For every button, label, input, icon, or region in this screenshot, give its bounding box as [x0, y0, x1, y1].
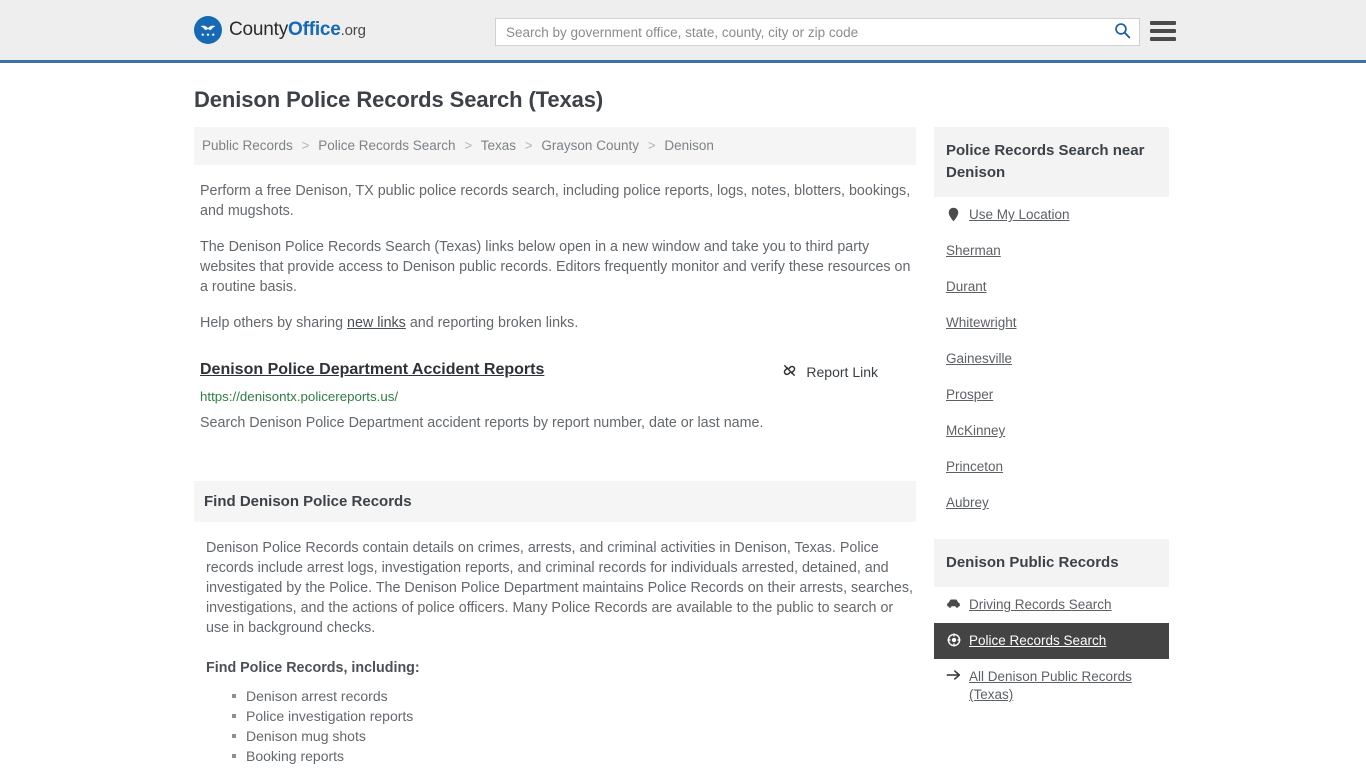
public-record-link[interactable]: Driving Records Search	[969, 596, 1112, 614]
search-input[interactable]	[496, 19, 1105, 45]
sidebar-item-durant[interactable]: Durant	[934, 269, 1169, 305]
car-icon	[946, 596, 961, 609]
records-list: Denison arrest records Police investigat…	[200, 686, 916, 768]
public-record-link[interactable]: All Denison Public Records (Texas)	[969, 668, 1157, 704]
breadcrumb-separator: >	[647, 138, 656, 153]
intro-paragraph-2: The Denison Police Records Search (Texas…	[200, 239, 911, 295]
map-pin-icon	[946, 206, 961, 222]
arrow-right-icon	[946, 668, 961, 681]
breadcrumb-item-texas[interactable]: Texas	[481, 138, 516, 153]
sidebar-item-mckinney[interactable]: McKinney	[934, 413, 1169, 449]
hamburger-bar-2	[1150, 29, 1176, 33]
share-text-before: Help others by sharing	[200, 315, 348, 331]
city-link[interactable]: Princeton	[946, 458, 1003, 476]
breadcrumb-separator: >	[301, 138, 310, 153]
list-item: Denison arrest records	[232, 686, 916, 706]
search-icon	[1114, 22, 1131, 42]
breadcrumb-separator: >	[524, 138, 533, 153]
list-item: Denison mug shots	[232, 726, 916, 746]
intro-paragraph-1: Perform a free Denison, TX public police…	[200, 183, 911, 219]
report-link-label: Report Link	[806, 364, 878, 380]
sidebar-heading-public-records: Denison Public Records	[934, 539, 1169, 587]
use-my-location-link[interactable]: Use My Location	[969, 206, 1070, 224]
report-link-button[interactable]: Report Link	[781, 360, 878, 382]
breadcrumb-item-denison[interactable]: Denison	[664, 138, 714, 153]
sidebar-item-whitewright[interactable]: Whitewright	[934, 305, 1169, 341]
city-link[interactable]: Sherman	[946, 242, 1001, 260]
logo-text-org: .org	[340, 22, 366, 39]
broken-link-icon	[781, 362, 798, 382]
logo-wordmark: CountyOffice.org	[229, 19, 366, 41]
badge-target-icon	[946, 632, 961, 647]
sidebar-item-prosper[interactable]: Prosper	[934, 377, 1169, 413]
breadcrumb-item-public-records[interactable]: Public Records	[202, 138, 293, 153]
result-url: https://denisontx.policereports.us/	[200, 389, 399, 404]
site-header: CountyOffice.org	[0, 0, 1366, 63]
page-container: Denison Police Records Search (Texas) Pu…	[0, 87, 1366, 768]
search-box[interactable]	[495, 18, 1140, 46]
search-button[interactable]	[1105, 19, 1139, 45]
breadcrumb-item-police-records-search[interactable]: Police Records Search	[318, 138, 455, 153]
share-text-after: and reporting broken links.	[405, 315, 579, 331]
sidebar-item-aubrey[interactable]: Aubrey	[934, 485, 1169, 521]
site-logo[interactable]: CountyOffice.org	[194, 16, 366, 44]
sidebar-item-princeton[interactable]: Princeton	[934, 449, 1169, 485]
city-link[interactable]: McKinney	[946, 422, 1005, 440]
sidebar-heading-nearby: Police Records Search near Denison	[934, 127, 1169, 197]
new-links-link[interactable]: new links	[347, 315, 406, 331]
sidebar-item-sherman[interactable]: Sherman	[934, 233, 1169, 269]
search-result: Denison Police Department Accident Repor…	[200, 360, 916, 433]
list-item: Booking reports	[232, 746, 916, 766]
hamburger-bar-3	[1150, 37, 1176, 41]
city-link[interactable]: Gainesville	[946, 350, 1012, 368]
sidebar-item-use-my-location[interactable]: Use My Location	[934, 197, 1169, 233]
sidebar-item-driving-records-search[interactable]: Driving Records Search	[934, 587, 1169, 623]
breadcrumb-item-grayson-county[interactable]: Grayson County	[541, 138, 639, 153]
city-link[interactable]: Aubrey	[946, 494, 989, 512]
result-header-row: Denison Police Department Accident Repor…	[200, 360, 916, 382]
sidebar-item-all-public-records[interactable]: All Denison Public Records (Texas)	[934, 659, 1169, 713]
main-content: Public Records > Police Records Search >…	[194, 127, 916, 768]
sidebar-public-records-list: Driving Records Search Police Records Se…	[934, 587, 1169, 713]
page-title: Denison Police Records Search (Texas)	[194, 87, 604, 112]
section-body: Denison Police Records contain details o…	[200, 538, 916, 768]
city-link[interactable]: Prosper	[946, 386, 993, 404]
result-title-link[interactable]: Denison Police Department Accident Repor…	[200, 360, 544, 380]
content-columns: Public Records > Police Records Search >…	[194, 127, 1172, 768]
breadcrumb-separator: >	[464, 138, 473, 153]
section-paragraph: Denison Police Records contain details o…	[206, 540, 913, 636]
logo-text-office: Office	[288, 19, 341, 40]
result-description: Search Denison Police Department acciden…	[200, 415, 764, 431]
eagle-shield-icon	[194, 16, 222, 44]
section-subheading: Find Police Records, including:	[206, 660, 420, 676]
section-heading-find-records: Find Denison Police Records	[194, 481, 916, 522]
public-record-link[interactable]: Police Records Search	[969, 632, 1106, 650]
sidebar-item-gainesville[interactable]: Gainesville	[934, 341, 1169, 377]
sidebar: Police Records Search near Denison Use M…	[934, 127, 1169, 713]
intro-paragraph-3: Help others by sharing new links and rep…	[200, 313, 912, 333]
hamburger-menu-icon[interactable]	[1150, 20, 1176, 42]
breadcrumb: Public Records > Police Records Search >…	[194, 127, 916, 165]
list-item: Police investigation reports	[232, 706, 916, 726]
city-link[interactable]: Whitewright	[946, 314, 1017, 332]
hamburger-bar-1	[1150, 21, 1176, 25]
city-link[interactable]: Durant	[946, 278, 987, 296]
logo-text-county: County	[229, 19, 289, 40]
sidebar-item-police-records-search[interactable]: Police Records Search	[934, 623, 1169, 659]
sidebar-nearby-list: Use My Location Sherman Durant Whitewrig…	[934, 197, 1169, 521]
